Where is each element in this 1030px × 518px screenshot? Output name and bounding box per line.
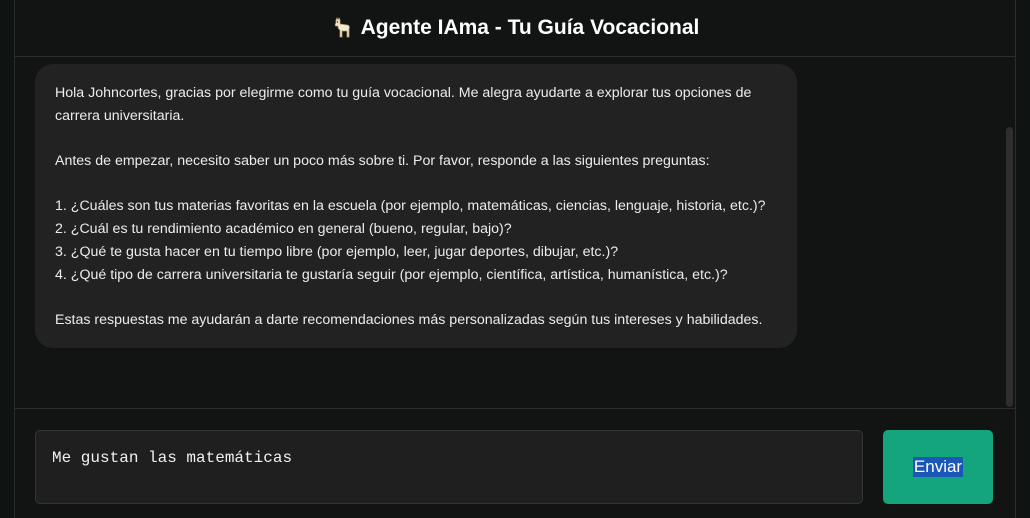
page-title: Agente IAma - Tu Guía Vocacional	[331, 16, 700, 40]
question-item: 1. ¿Cuáles son tus materias favoritas en…	[55, 198, 766, 215]
message-intro: Hola Johncortes, gracias por elegirme co…	[55, 85, 752, 124]
message-closing: Estas respuestas me ayudarán a darte rec…	[55, 311, 763, 328]
message-input[interactable]: Me gustan las matemáticas	[35, 430, 863, 504]
composer: Me gustan las matemáticas Enviar	[15, 409, 1015, 518]
llama-icon	[331, 17, 353, 39]
chat-scrollbar[interactable]	[1006, 127, 1013, 407]
send-button-label: Enviar	[912, 457, 964, 477]
question-item: 3. ¿Qué te gusta hacer en tu tiempo libr…	[55, 243, 619, 260]
header: Agente IAma - Tu Guía Vocacional	[15, 0, 1015, 57]
app-window: Agente IAma - Tu Guía Vocacional Hola Jo…	[14, 0, 1016, 518]
question-item: 4. ¿Qué tipo de carrera universitaria te…	[55, 266, 728, 283]
chat-area[interactable]: Hola Johncortes, gracias por elegirme co…	[15, 57, 1015, 409]
question-item: 2. ¿Cuál es tu rendimiento académico en …	[55, 221, 512, 238]
assistant-message-bubble: Hola Johncortes, gracias por elegirme co…	[35, 64, 797, 348]
send-button[interactable]: Enviar	[883, 430, 993, 504]
message-before: Antes de empezar, necesito saber un poco…	[55, 153, 710, 170]
header-title-text: Agente IAma - Tu Guía Vocacional	[360, 16, 700, 39]
